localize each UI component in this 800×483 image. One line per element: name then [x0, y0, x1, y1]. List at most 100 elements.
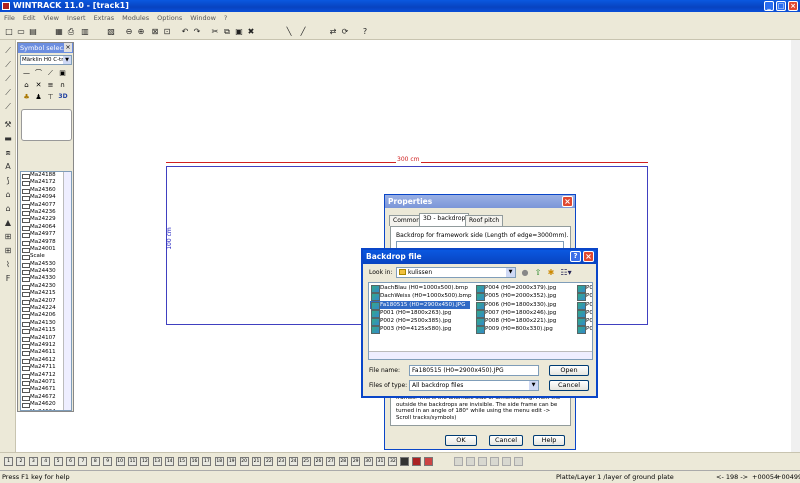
- file-item[interactable]: DachBlau (H0=1000x500).bmp: [370, 284, 470, 294]
- new-folder-icon[interactable]: ✱: [546, 268, 556, 278]
- track-tool-icon[interactable]: ⟋: [2, 46, 14, 56]
- file-item[interactable]: Fa180515 (H0=2900x450).JPG: [370, 300, 470, 310]
- layer-button[interactable]: 28: [338, 457, 348, 466]
- wagon-icon[interactable]: ⌂: [22, 81, 31, 89]
- menu-[interactable]: ?: [220, 14, 231, 22]
- cut-icon[interactable]: ✂: [210, 27, 220, 37]
- draw-line-icon[interactable]: ╱: [298, 27, 308, 37]
- layer-color-icon[interactable]: [424, 457, 433, 466]
- file-list-hscrollbar[interactable]: [369, 351, 592, 359]
- maximize-button[interactable]: □: [776, 1, 786, 11]
- file-item[interactable]: P002 (H0=2500x385).jpg: [370, 317, 470, 327]
- redo-icon[interactable]: ↷: [192, 27, 202, 37]
- image-icon[interactable]: ▧: [106, 27, 116, 37]
- open-icon[interactable]: ▭: [16, 27, 26, 37]
- layer-button[interactable]: 2: [16, 457, 26, 466]
- layer-button[interactable]: 5: [53, 457, 63, 466]
- flex-tool-icon[interactable]: ⟋: [2, 102, 14, 112]
- file-item[interactable]: P006 (H0=1800x330).jpg: [475, 301, 575, 310]
- catalog-select[interactable]: Märklin H0 C-tra ▼: [20, 55, 72, 65]
- file-list[interactable]: DachBlau (H0=1000x500).bmp DachWeiss (H0=…: [368, 282, 593, 360]
- calculator-icon[interactable]: ▥: [80, 27, 90, 37]
- rotate-icon[interactable]: ⟳: [340, 27, 350, 37]
- file-item[interactable]: P01: [576, 309, 592, 319]
- layer-button[interactable]: 6: [66, 457, 75, 466]
- symbol-list[interactable]: Ma24188 Ma24172 Ma24360 Ma24094 Ma24077 Ma242…: [20, 171, 72, 411]
- font-icon[interactable]: F: [2, 274, 14, 284]
- tab-roof-pitch[interactable]: Roof pitch: [465, 215, 504, 226]
- layer-button[interactable]: 20: [239, 457, 249, 466]
- file-item[interactable]: P001 (H0=1800x263).jpg: [370, 309, 470, 319]
- curve-tool-icon[interactable]: ⟋: [2, 60, 14, 70]
- file-item[interactable]: P01: [576, 292, 592, 302]
- measure-icon[interactable]: ⟆: [2, 176, 14, 186]
- help-icon[interactable]: ?: [570, 251, 581, 262]
- layer-button[interactable]: 14: [165, 457, 175, 466]
- layer-button[interactable]: 18: [214, 457, 224, 466]
- menu-file[interactable]: File: [0, 14, 19, 22]
- curve-track-icon[interactable]: ⌒: [34, 69, 43, 77]
- switch-track-icon[interactable]: ⟋: [46, 69, 55, 77]
- pier-icon[interactable]: ⊤: [46, 93, 55, 101]
- wire-icon[interactable]: ⌇: [2, 260, 14, 270]
- layer-button[interactable]: 11: [128, 457, 137, 466]
- zoom-window-icon[interactable]: ⊠: [150, 27, 160, 37]
- file-item[interactable]: P007 (H0=1800x246).jpg: [475, 309, 575, 319]
- tree-icon[interactable]: ♣: [22, 93, 31, 101]
- house-icon[interactable]: ⌂: [2, 190, 14, 200]
- file-item[interactable]: P01: [576, 301, 592, 310]
- menu-window[interactable]: Window: [186, 14, 220, 22]
- layer-button[interactable]: 7: [78, 457, 88, 466]
- menu-modules[interactable]: Modules: [118, 14, 153, 22]
- file-type-select[interactable]: All backdrop files ▼: [409, 380, 539, 391]
- layer-button[interactable]: 24: [289, 457, 299, 466]
- layer-button[interactable]: 1: [4, 457, 13, 466]
- close-icon[interactable]: ×: [64, 43, 72, 52]
- cancel-button[interactable]: Cancel: [549, 380, 589, 391]
- station-icon[interactable]: ⌂: [2, 204, 14, 214]
- signal-icon[interactable]: ▣: [58, 69, 67, 77]
- layer-button[interactable]: 9: [103, 457, 113, 466]
- chevron-down-icon[interactable]: ▼: [63, 56, 71, 64]
- layer-visible-icon[interactable]: [400, 457, 409, 466]
- ok-button[interactable]: OK: [445, 435, 477, 446]
- bridge-icon[interactable]: ≡: [46, 81, 55, 89]
- new-icon[interactable]: □: [4, 27, 14, 37]
- layer-button[interactable]: 3: [28, 457, 38, 466]
- layer-button[interactable]: 30: [363, 457, 373, 466]
- tunnel-icon[interactable]: ∩: [58, 81, 67, 89]
- menu-options[interactable]: Options: [153, 14, 186, 22]
- view-menu-icon[interactable]: ☷▾: [559, 268, 573, 278]
- figure-icon[interactable]: ♟: [34, 93, 43, 101]
- file-item[interactable]: P003 (H0=4125x580).jpg: [370, 325, 470, 335]
- print-icon[interactable]: ⎙: [66, 27, 76, 37]
- layer-button[interactable]: 13: [152, 457, 162, 466]
- menu-view[interactable]: View: [39, 14, 62, 22]
- layer-button[interactable]: 15: [177, 457, 187, 466]
- hammer-icon[interactable]: ⚒: [2, 120, 14, 130]
- grid-icon[interactable]: ⊞: [2, 232, 14, 242]
- zoom-out-icon[interactable]: ⊖: [124, 27, 134, 37]
- box-icon[interactable]: ⧈: [2, 148, 14, 158]
- 3d-view-icon[interactable]: 3D: [56, 93, 70, 101]
- look-in-select[interactable]: kulissen ▼: [396, 267, 516, 278]
- straight-track-icon[interactable]: —: [22, 69, 31, 77]
- file-item[interactable]: P009 (H0=800x330).jpg: [475, 325, 575, 335]
- back-icon[interactable]: ●: [520, 268, 530, 278]
- file-item[interactable]: DachWeiss (H0=1000x500).bmp: [370, 292, 472, 302]
- move-icon[interactable]: ⇄: [328, 27, 338, 37]
- symbol-list-scrollbar[interactable]: [63, 172, 71, 410]
- file-item[interactable]: P01: [576, 325, 592, 335]
- crossing-tool-icon[interactable]: ⟋: [2, 88, 14, 98]
- zoom-all-icon[interactable]: ⊡: [162, 27, 172, 37]
- file-item[interactable]: P008 (H0=1800x221).jpg: [475, 317, 575, 327]
- layer-button[interactable]: 29: [351, 457, 361, 466]
- file-item[interactable]: P01: [576, 317, 592, 327]
- layer-button[interactable]: 31: [376, 457, 385, 466]
- copy-icon[interactable]: ⧉: [222, 27, 232, 37]
- menu-extras[interactable]: Extras: [90, 14, 119, 22]
- text-icon[interactable]: A: [2, 162, 14, 172]
- file-item[interactable]: P005 (H0=2000x352).jpg: [475, 292, 575, 302]
- delete-icon[interactable]: ✖: [246, 27, 256, 37]
- layer-button[interactable]: 17: [202, 457, 212, 466]
